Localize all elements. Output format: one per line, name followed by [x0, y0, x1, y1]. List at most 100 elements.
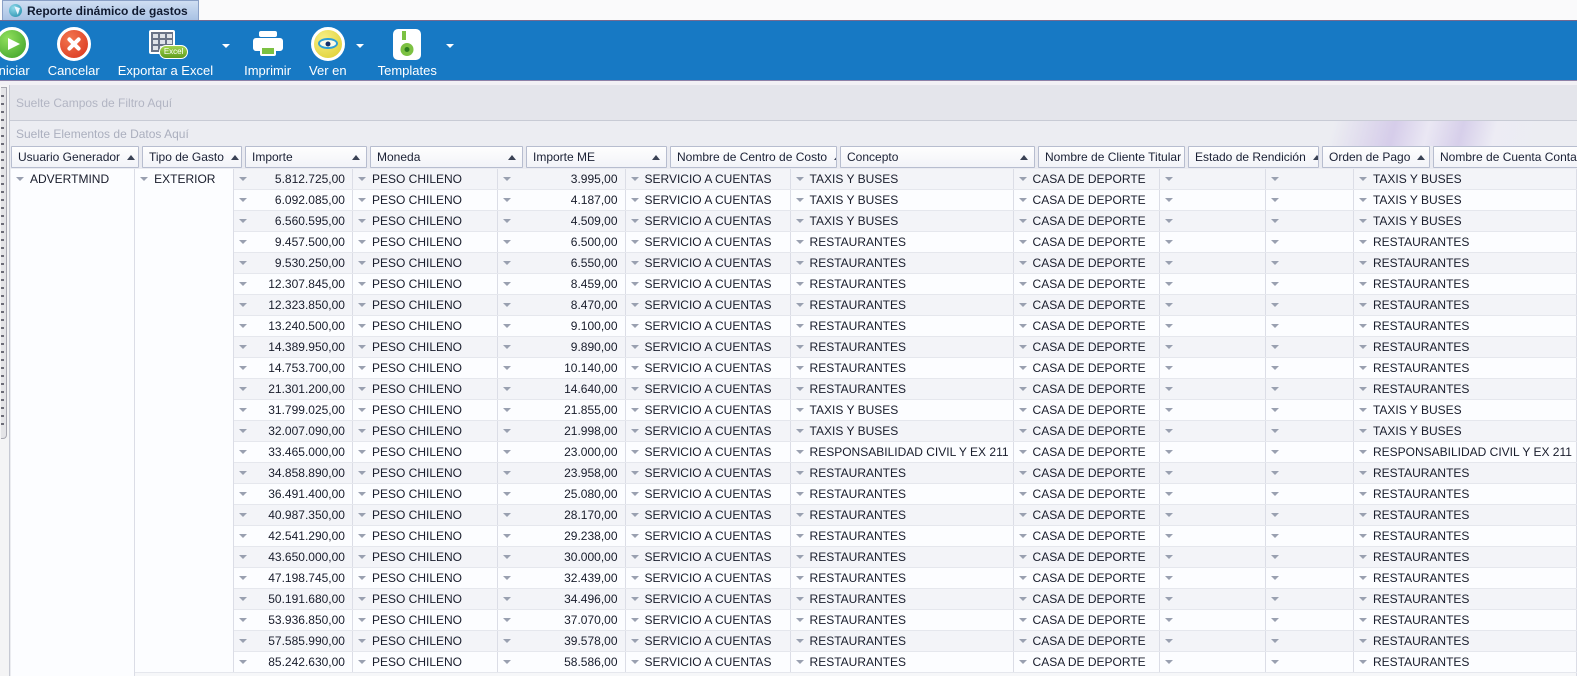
cell-estado-rendicion[interactable]: [1160, 505, 1265, 526]
cell-cuenta-contable[interactable]: RESTAURANTES: [1353, 337, 1576, 358]
cell-dropdown-icon[interactable]: [796, 282, 804, 286]
cell-dropdown-icon[interactable]: [796, 429, 804, 433]
cell-dropdown-icon[interactable]: [16, 177, 24, 181]
cell-dropdown-icon[interactable]: [1359, 555, 1367, 559]
cell-dropdown-icon[interactable]: [358, 240, 366, 244]
cell-cliente-titular[interactable]: CASA DE DEPORTE: [1013, 442, 1160, 463]
cell-dropdown-icon[interactable]: [1271, 366, 1279, 370]
cell-cuenta-contable[interactable]: RESTAURANTES: [1353, 652, 1576, 673]
cell-importe[interactable]: 6.560.595,00: [233, 211, 352, 232]
cell-dropdown-icon[interactable]: [631, 471, 639, 475]
cell-dropdown-icon[interactable]: [1359, 366, 1367, 370]
cell-dropdown-icon[interactable]: [1271, 324, 1279, 328]
cell-dropdown-icon[interactable]: [1019, 618, 1027, 622]
column-header-importe-me[interactable]: Importe ME: [526, 146, 670, 169]
cell-importe-me[interactable]: 34.496,00: [498, 589, 625, 610]
cell-orden-pago[interactable]: [1265, 631, 1353, 652]
cell-dropdown-icon[interactable]: [631, 639, 639, 643]
cell-dropdown-icon[interactable]: [503, 429, 511, 433]
cell-importe-me[interactable]: 14.640,00: [498, 379, 625, 400]
cell-dropdown-icon[interactable]: [1271, 198, 1279, 202]
cell-dropdown-icon[interactable]: [631, 345, 639, 349]
cell-dropdown-icon[interactable]: [503, 555, 511, 559]
cell-dropdown-icon[interactable]: [631, 324, 639, 328]
cell-estado-rendicion[interactable]: [1160, 295, 1265, 316]
cell-moneda[interactable]: PESO CHILENO: [352, 274, 497, 295]
cell-estado-rendicion[interactable]: [1160, 610, 1265, 631]
cell-moneda[interactable]: PESO CHILENO: [352, 442, 497, 463]
cell-cuenta-contable[interactable]: RESTAURANTES: [1353, 232, 1576, 253]
cell-dropdown-icon[interactable]: [1271, 492, 1279, 496]
cell-dropdown-icon[interactable]: [1359, 282, 1367, 286]
cell-dropdown-icon[interactable]: [503, 177, 511, 181]
cell-dropdown-icon[interactable]: [1359, 387, 1367, 391]
cell-dropdown-icon[interactable]: [503, 198, 511, 202]
column-header-nombre-de-centro-de-costo[interactable]: Nombre de Centro de Costo: [670, 146, 840, 169]
cell-dropdown-icon[interactable]: [239, 387, 247, 391]
cell-dropdown-icon[interactable]: [1271, 387, 1279, 391]
cell-dropdown-icon[interactable]: [1359, 618, 1367, 622]
cell-centro-costo[interactable]: SERVICIO A CUENTAS: [625, 568, 790, 589]
cell-dropdown-icon[interactable]: [631, 282, 639, 286]
cell-dropdown-icon[interactable]: [1019, 366, 1027, 370]
cell-dropdown-icon[interactable]: [503, 261, 511, 265]
column-header-moneda[interactable]: Moneda: [370, 146, 526, 169]
cell-concepto[interactable]: RESTAURANTES: [790, 295, 1013, 316]
cell-orden-pago[interactable]: [1265, 379, 1353, 400]
cell-dropdown-icon[interactable]: [239, 219, 247, 223]
cell-dropdown-icon[interactable]: [1359, 429, 1367, 433]
cell-dropdown-icon[interactable]: [358, 387, 366, 391]
cell-cuenta-contable[interactable]: TAXIS Y BUSES: [1353, 400, 1576, 421]
cell-dropdown-icon[interactable]: [1165, 198, 1173, 202]
cell-concepto[interactable]: RESTAURANTES: [790, 568, 1013, 589]
cell-dropdown-icon[interactable]: [1271, 471, 1279, 475]
cell-dropdown-icon[interactable]: [1165, 618, 1173, 622]
cell-concepto[interactable]: RESTAURANTES: [790, 463, 1013, 484]
cell-dropdown-icon[interactable]: [239, 639, 247, 643]
cell-orden-pago[interactable]: [1265, 610, 1353, 631]
cell-dropdown-icon[interactable]: [1165, 240, 1173, 244]
cell-centro-costo[interactable]: SERVICIO A CUENTAS: [625, 211, 790, 232]
cell-importe[interactable]: 12.323.850,00: [233, 295, 352, 316]
cell-dropdown-icon[interactable]: [358, 450, 366, 454]
cell-dropdown-icon[interactable]: [1359, 450, 1367, 454]
cell-centro-costo[interactable]: SERVICIO A CUENTAS: [625, 274, 790, 295]
cell-importe[interactable]: 85.242.630,00: [233, 652, 352, 673]
cell-concepto[interactable]: TAXIS Y BUSES: [790, 400, 1013, 421]
cell-dropdown-icon[interactable]: [796, 198, 804, 202]
cell-orden-pago[interactable]: [1265, 652, 1353, 673]
cell-dropdown-icon[interactable]: [239, 429, 247, 433]
cell-dropdown-icon[interactable]: [358, 597, 366, 601]
cell-dropdown-icon[interactable]: [1359, 492, 1367, 496]
cell-dropdown-icon[interactable]: [796, 534, 804, 538]
cell-dropdown-icon[interactable]: [1271, 597, 1279, 601]
cell-concepto[interactable]: RESTAURANTES: [790, 337, 1013, 358]
cell-dropdown-icon[interactable]: [503, 513, 511, 517]
cell-dropdown-icon[interactable]: [1019, 513, 1027, 517]
cell-orden-pago[interactable]: [1265, 295, 1353, 316]
cell-importe[interactable]: 14.389.950,00: [233, 337, 352, 358]
cell-moneda[interactable]: PESO CHILENO: [352, 295, 497, 316]
cell-importe[interactable]: 9.457.500,00: [233, 232, 352, 253]
cell-importe-me[interactable]: 23.958,00: [498, 463, 625, 484]
cell-dropdown-icon[interactable]: [239, 177, 247, 181]
cell-dropdown-icon[interactable]: [631, 576, 639, 580]
cell-dropdown-icon[interactable]: [358, 639, 366, 643]
cell-estado-rendicion[interactable]: [1160, 442, 1265, 463]
cell-dropdown-icon[interactable]: [358, 492, 366, 496]
cell-orden-pago[interactable]: [1265, 337, 1353, 358]
cell-cuenta-contable[interactable]: RESTAURANTES: [1353, 505, 1576, 526]
cell-estado-rendicion[interactable]: [1160, 484, 1265, 505]
cell-cliente-titular[interactable]: CASA DE DEPORTE: [1013, 568, 1160, 589]
cell-importe-me[interactable]: 9.100,00: [498, 316, 625, 337]
cell-dropdown-icon[interactable]: [631, 555, 639, 559]
cell-estado-rendicion[interactable]: [1160, 232, 1265, 253]
cell-dropdown-icon[interactable]: [1165, 471, 1173, 475]
cell-concepto[interactable]: TAXIS Y BUSES: [790, 421, 1013, 442]
cell-dropdown-icon[interactable]: [1019, 387, 1027, 391]
cell-dropdown-icon[interactable]: [358, 660, 366, 664]
cell-importe-me[interactable]: 32.439,00: [498, 568, 625, 589]
cell-dropdown-icon[interactable]: [1165, 576, 1173, 580]
cell-importe-me[interactable]: 8.470,00: [498, 295, 625, 316]
cell-dropdown-icon[interactable]: [1359, 639, 1367, 643]
